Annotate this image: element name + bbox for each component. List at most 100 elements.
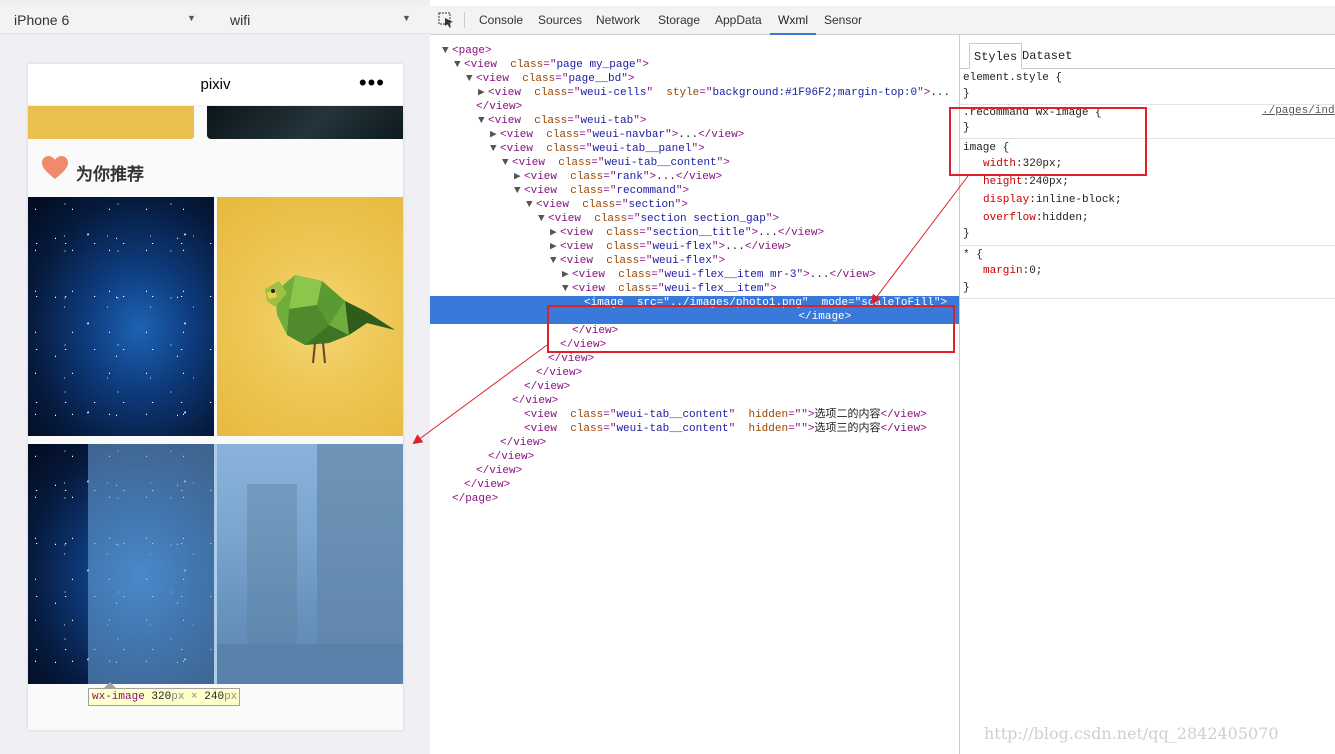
recommend-image-bird[interactable] (217, 197, 403, 436)
tree-node[interactable]: </page> (430, 492, 959, 506)
css-property[interactable]: height:240px; (983, 173, 1069, 191)
tab-network[interactable]: Network (596, 6, 640, 35)
expand-toggle-icon[interactable]: ▼ (538, 212, 548, 226)
kiwi-bird-illustration (265, 275, 395, 364)
rule-separator-2 (960, 138, 1335, 139)
tree-node[interactable]: ▼ <view class="weui-tab__panel"> (430, 142, 959, 156)
expand-toggle-icon[interactable]: ▶ (490, 128, 500, 142)
banner-image-right[interactable] (207, 106, 403, 139)
tree-node[interactable]: ▶ <view class="weui-cells" style="backgro… (430, 86, 959, 100)
tooltip-times: × (191, 691, 198, 703)
tree-node-selected[interactable]: <image src="../images/photo1.png" mode="… (430, 296, 959, 324)
css-property[interactable]: margin:0; (983, 262, 1042, 280)
tree-node[interactable]: </view> (430, 352, 959, 366)
tree-node[interactable]: ▼ <page> (430, 44, 959, 58)
rule-image-close: } (963, 228, 970, 240)
rule-universal-close: } (963, 282, 970, 294)
rule-recommand-close: } (963, 122, 970, 134)
network-select[interactable]: wifi (230, 6, 250, 34)
tree-node[interactable]: </view> (430, 450, 959, 464)
tab-sources[interactable]: Sources (538, 6, 582, 35)
tree-node[interactable]: ▼ <view class="weui-tab__content"> (430, 156, 959, 170)
rule-source-link[interactable]: ./pages/ind (1262, 105, 1335, 117)
expand-toggle-icon[interactable]: ▼ (478, 114, 488, 128)
rule-separator-4 (960, 298, 1335, 299)
recommend-image-space[interactable] (28, 197, 214, 436)
rule-recommand-selector: .recommand wx-image { (963, 107, 1102, 119)
tree-node[interactable]: </view> (430, 324, 959, 338)
device-select[interactable]: iPhone 6 (14, 6, 69, 34)
tooltip-height: 240 (204, 691, 225, 703)
tree-node[interactable]: <view class="weui-tab__content" hidden="… (430, 422, 959, 436)
inspect-element-icon[interactable] (438, 12, 454, 28)
tooltip-width: 320 (151, 691, 172, 703)
expand-toggle-icon[interactable]: ▼ (466, 72, 476, 86)
styles-tabs: Styles Dataset (960, 43, 1335, 69)
tree-node[interactable]: ▼ <view class="weui-flex__item"> (430, 282, 959, 296)
tree-node[interactable]: <view class="weui-tab__content" hidden="… (430, 408, 959, 422)
tab-appdata[interactable]: AppData (715, 6, 762, 35)
tree-node[interactable]: ▶ <view class="rank">...</view> (430, 170, 959, 184)
tree-node[interactable]: </view> (430, 380, 959, 394)
tree-node[interactable]: </view> (430, 478, 959, 492)
expand-toggle-icon[interactable]: ▶ (514, 170, 524, 184)
simulator-panel: iPhone 6 ▼ wifi ▼ pixiv ••• 为你推荐 wx-imag… (0, 0, 430, 754)
network-dropdown-icon[interactable]: ▼ (402, 13, 411, 23)
tree-node[interactable]: ▼ <view class="weui-tab"> (430, 114, 959, 128)
css-property[interactable]: width:320px; (983, 155, 1062, 173)
tab-storage[interactable]: Storage (658, 6, 700, 35)
element-highlight-overlay (88, 444, 403, 684)
tree-node[interactable]: </view> (430, 338, 959, 352)
tree-node[interactable]: ▼ <view class="section section_gap"> (430, 212, 959, 226)
tab-console[interactable]: Console (479, 6, 523, 35)
tree-node[interactable]: ▶ <view class="weui-flex">...</view> (430, 240, 959, 254)
tree-node[interactable]: ▼ <view class="page__bd"> (430, 72, 959, 86)
tab-sensor[interactable]: Sensor (824, 6, 862, 35)
wxml-tree-panel: ▼ <page> ▼ <view class="page my_page"> ▼ <vie… (430, 35, 959, 754)
expand-toggle-icon[interactable]: ▶ (550, 240, 560, 254)
tree-node[interactable]: ▼ <view class="page my_page"> (430, 58, 959, 72)
tooltip-unit-2: px (224, 691, 238, 703)
tree-node[interactable]: </view> (430, 436, 959, 450)
tab-dataset[interactable]: Dataset (1018, 43, 1076, 69)
css-property[interactable]: overflow:hidden; (983, 209, 1089, 227)
heart-icon (42, 156, 68, 179)
expand-toggle-icon[interactable]: ▼ (502, 156, 512, 170)
expand-toggle-icon[interactable]: ▼ (442, 44, 452, 58)
tab-styles[interactable]: Styles (969, 43, 1023, 69)
tab-wxml[interactable]: Wxml (770, 6, 816, 35)
tooltip-unit: px (171, 691, 185, 703)
tree-node[interactable]: </view> (430, 100, 959, 114)
tree-node[interactable]: ▼ <view class="recommand"> (430, 184, 959, 198)
tree-node[interactable]: ▶ <view class="weui-flex__item mr-3">...<… (430, 268, 959, 282)
rule-separator-3 (960, 245, 1335, 246)
tree-node[interactable]: ▶ <view class="weui-navbar">...</view> (430, 128, 959, 142)
expand-toggle-icon[interactable]: ▼ (490, 142, 500, 156)
expand-toggle-icon[interactable]: ▼ (514, 184, 524, 198)
rule-universal-selector: * { (963, 249, 983, 261)
expand-toggle-icon[interactable]: ▶ (562, 268, 572, 282)
toolbar-separator (464, 12, 465, 28)
tree-node[interactable]: </view> (430, 464, 959, 478)
tree-node[interactable]: ▼ <view class="section"> (430, 198, 959, 212)
tree-node[interactable]: </view> (430, 394, 959, 408)
tree-node[interactable]: ▼ <view class="weui-flex"> (430, 254, 959, 268)
expand-toggle-icon[interactable]: ▼ (454, 58, 464, 72)
expand-toggle-icon[interactable]: ▶ (550, 226, 560, 240)
more-menu-icon[interactable]: ••• (359, 70, 385, 96)
phone-title: pixiv (200, 76, 231, 93)
tree-node[interactable]: ▶ <view class="section__title">...</view> (430, 226, 959, 240)
element-style-selector: element.style { (963, 72, 1063, 84)
tree-node[interactable]: </view> (430, 366, 959, 380)
css-property[interactable]: display:inline-block; (983, 191, 1122, 209)
expand-toggle-icon[interactable]: ▼ (562, 282, 572, 296)
expand-toggle-icon[interactable]: ▶ (478, 86, 488, 100)
expand-toggle-icon[interactable]: ▼ (550, 254, 560, 268)
styles-panel: Styles Dataset element.style { } .recomm… (960, 35, 1335, 754)
device-dropdown-icon[interactable]: ▼ (187, 13, 196, 23)
tooltip-tag: wx-image (92, 691, 145, 703)
element-size-tooltip: wx-image 320px × 240px (88, 688, 240, 706)
banner-image-left[interactable] (28, 106, 194, 139)
element-style-close: } (963, 88, 970, 100)
expand-toggle-icon[interactable]: ▼ (526, 198, 536, 212)
